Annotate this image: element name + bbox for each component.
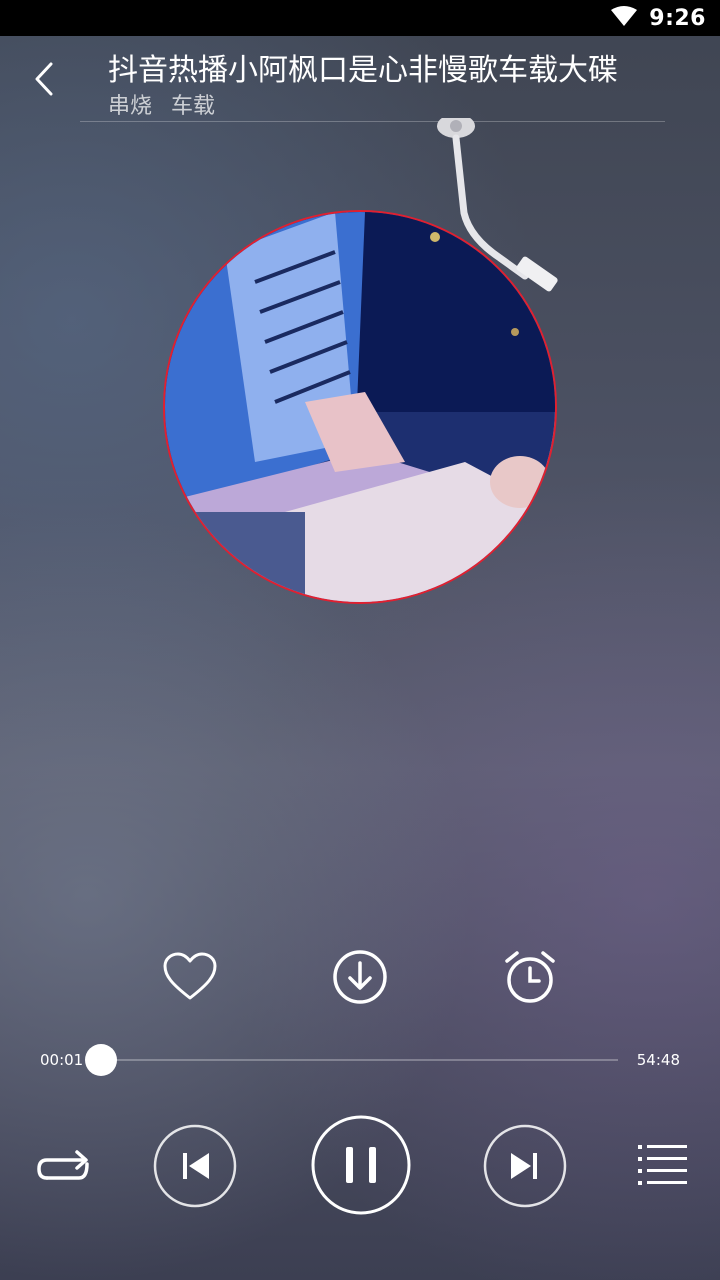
download-icon — [332, 949, 388, 1009]
back-button[interactable] — [22, 56, 66, 106]
play-pause-button[interactable] — [310, 1114, 412, 1220]
total-time: 54:48 — [636, 1051, 680, 1069]
seek-track[interactable] — [100, 1059, 618, 1061]
sleep-timer-button[interactable] — [499, 948, 561, 1010]
wifi-icon — [611, 6, 638, 30]
status-time: 9:26 — [649, 5, 706, 31]
previous-button[interactable] — [153, 1124, 237, 1212]
header-divider — [80, 121, 665, 122]
next-button[interactable] — [483, 1124, 567, 1212]
repeat-button[interactable] — [30, 1140, 96, 1194]
repeat-icon — [35, 1142, 91, 1192]
playback-controls — [0, 1114, 720, 1220]
tag-label[interactable]: 车载 — [171, 94, 215, 119]
tag-label[interactable]: 串烧 — [108, 94, 152, 119]
heart-icon — [162, 952, 218, 1006]
download-button[interactable] — [329, 948, 391, 1010]
tonearm — [430, 114, 570, 312]
alarm-clock-icon — [502, 949, 558, 1009]
song-tags: 串烧 车载 — [108, 88, 227, 120]
pause-icon — [310, 1114, 412, 1220]
playlist-button[interactable] — [634, 1144, 690, 1190]
header: 抖音热播小阿枫口是心非慢歌车载大碟 串烧 车载 — [0, 36, 720, 122]
current-time: 00:01 — [40, 1051, 84, 1069]
next-icon — [483, 1124, 567, 1212]
status-bar: 9:26 — [0, 0, 720, 36]
seek-handle[interactable] — [85, 1044, 117, 1076]
favorite-button[interactable] — [159, 948, 221, 1010]
song-title: 抖音热播小阿枫口是心非慢歌车载大碟 — [108, 53, 618, 88]
progress-bar: 00:01 54:48 — [0, 1040, 720, 1080]
playlist-icon — [636, 1143, 688, 1191]
previous-icon — [153, 1124, 237, 1212]
chevron-left-icon — [34, 62, 54, 100]
action-row — [0, 948, 720, 1010]
